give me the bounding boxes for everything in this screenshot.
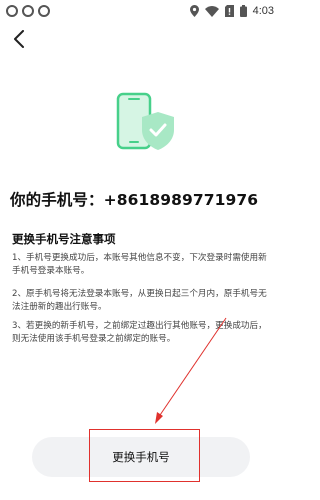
notice-item-2: 2、原手机号将无法登录本账号，从更换日起三个月内，原手机号无法注册新的趣出行账号… xyxy=(12,289,267,312)
status-time: 4:03 xyxy=(252,5,274,17)
status-icons: 4:03 xyxy=(189,3,274,19)
wifi-icon xyxy=(204,5,219,17)
notification-dot-icon xyxy=(38,5,50,17)
sim-icon xyxy=(224,5,234,17)
phone-shield-icon xyxy=(116,92,174,150)
location-icon xyxy=(189,5,199,17)
back-arrow-icon xyxy=(14,30,24,48)
notice-item-3: 3、若更换的新手机号，之前绑定过趣出行其他账号，更换成功后，则无法使用该手机号登… xyxy=(12,321,267,344)
back-button[interactable] xyxy=(8,28,30,50)
notice-item-1: 1、手机号更换成功后，本账号其他信息不变，下次登录时需使用新手机号登录本账号。 xyxy=(12,253,267,276)
phone-number-title: 你的手机号：+8618989771976 xyxy=(10,191,259,209)
annotation-arrow xyxy=(155,317,227,424)
notification-dot-icon xyxy=(6,5,18,17)
status-bar: 4:03 xyxy=(0,0,282,22)
notice-heading: 更换手机号注意事项 xyxy=(12,232,116,246)
battery-icon xyxy=(239,5,247,17)
change-phone-button[interactable]: 更换手机号 xyxy=(32,437,250,477)
notification-dot-icon xyxy=(22,5,34,17)
